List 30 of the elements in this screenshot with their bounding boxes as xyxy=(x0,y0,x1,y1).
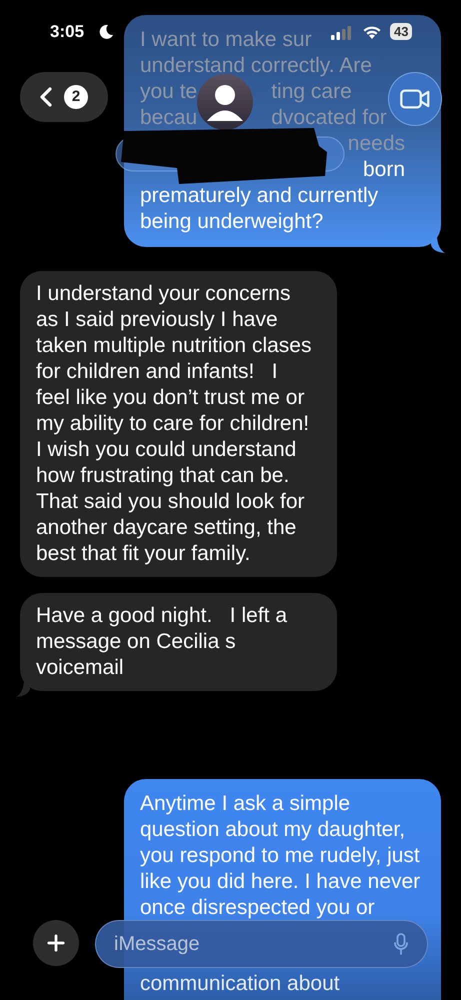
add-attachment-button[interactable] xyxy=(33,920,79,966)
chevron-left-icon xyxy=(40,87,52,107)
message-text: Have a good night. I left a message on Cecilia s voicemail xyxy=(36,603,288,681)
message-text: I want to make sur xyxy=(140,27,312,53)
message-text: Anytime I ask a simple question about my daughter, you respond to me rudely, just like you did here. I have never once disrespected you or xyxy=(140,791,422,921)
message-text: born xyxy=(362,157,405,183)
message-text: dvocated for xyxy=(271,105,387,131)
signal-icon xyxy=(331,26,351,40)
plus-icon xyxy=(47,934,65,952)
video-camera-icon xyxy=(400,89,430,109)
message-input-field[interactable]: iMessage xyxy=(95,920,428,968)
message-text: prematurely and currently xyxy=(140,183,378,209)
message-text: becau xyxy=(140,105,198,131)
message-text: being underweight? xyxy=(140,209,324,235)
message-text: ting care xyxy=(271,79,352,105)
battery-level: 43 xyxy=(390,23,412,40)
wifi-icon xyxy=(362,25,382,40)
message-text: understand correctly. Are xyxy=(140,53,372,79)
back-button[interactable]: 2 xyxy=(20,72,108,122)
unread-count-badge: 2 xyxy=(64,85,88,109)
message-text: communication about xyxy=(140,972,340,995)
redacted-contact-name-drawing[interactable] xyxy=(115,128,347,186)
moon-icon xyxy=(98,24,114,40)
bubble-tail xyxy=(431,237,445,253)
message-text: needs xyxy=(348,131,405,157)
microphone-icon[interactable] xyxy=(394,933,408,955)
message-text: I understand your concerns as I said previously I have taken multiple nutrition clases for children and infants! I feel like you don’t trust me or my ability to care for children! I wish you could understand how frustrating that can be. That said you should look for another daycare setting, the best that fit your family. xyxy=(36,281,312,567)
status-time: 3:05 xyxy=(50,22,84,42)
contact-avatar-icon[interactable] xyxy=(197,74,253,130)
message-text: you te xyxy=(140,79,198,105)
